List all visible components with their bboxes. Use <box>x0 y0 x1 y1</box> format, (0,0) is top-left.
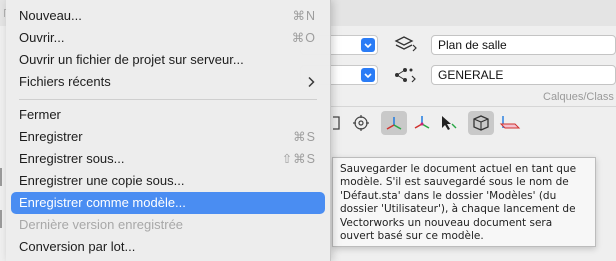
menu-item-enregistrer[interactable]: Enregistrer ⌘S <box>11 126 325 148</box>
menu-item-label: Nouveau... <box>19 8 82 23</box>
cursor-axis-button[interactable] <box>435 111 461 135</box>
classes-icon[interactable] <box>393 64 419 86</box>
menu-separator <box>19 99 317 100</box>
layers-classes-caption: Calques/Class <box>543 91 614 103</box>
gear-view-button[interactable] <box>348 111 374 135</box>
menu-item-label: Dernière version enregistrée <box>19 217 184 232</box>
menu-item-enregistrer-sous[interactable]: Enregistrer sous... ⇧⌘S <box>11 148 325 170</box>
menu-item-conversion-lot[interactable]: Conversion par lot... <box>11 236 325 258</box>
menu-item-nouveau[interactable]: Nouveau... ⌘N <box>11 5 325 27</box>
menu-item-label: Ouvrir... <box>19 30 65 45</box>
menu-item-label: Fichiers récents <box>19 74 111 89</box>
menu-item-fermer[interactable]: Fermer <box>11 104 325 126</box>
shortcut-label: ⌘S <box>293 130 316 144</box>
chevron-down-icon <box>361 68 375 82</box>
menu-item-label: Enregistrer sous... <box>19 151 125 166</box>
axis-view-button[interactable] <box>381 111 407 135</box>
menu-item-label: Enregistrer une copie sous... <box>19 173 185 188</box>
layers-icon[interactable] <box>393 33 419 55</box>
menu-item-fichiers-recents[interactable]: Fichiers récents <box>11 71 325 93</box>
shortcut-label: ⌘O <box>291 31 316 45</box>
menu-item-label: Enregistrer <box>19 129 83 144</box>
cube-view-button[interactable] <box>468 111 494 135</box>
axis-view-2-button[interactable] <box>409 111 435 135</box>
toolbar-divider <box>330 106 616 107</box>
chevron-right-icon <box>307 71 315 94</box>
shortcut-label: ⌘N <box>292 9 316 23</box>
layer-field[interactable]: Plan de salle <box>431 35 616 55</box>
menu-item-enregistrer-modele[interactable]: Enregistrer comme modèle... <box>11 192 325 214</box>
menu-item-enregistrer-copie[interactable]: Enregistrer une copie sous... <box>11 170 325 192</box>
menu-item-derniere-version: Dernière version enregistrée <box>11 214 325 236</box>
menu-item-label: Enregistrer comme modèle... <box>19 195 186 210</box>
menu-item-label: Ouvrir un fichier de projet sur serveur.… <box>19 52 244 67</box>
class-field[interactable]: GENERALE <box>431 65 616 85</box>
plane-view-button[interactable] <box>496 111 522 135</box>
menu-item-label: Fermer <box>19 107 61 122</box>
menu-item-label: Conversion par lot... <box>19 239 136 254</box>
shortcut-label: ⇧⌘S <box>281 152 316 166</box>
file-menu: Nouveau... ⌘N Ouvrir... ⌘O Ouvrir un fic… <box>6 0 331 261</box>
tooltip: Sauvegarder le document actuel en tant q… <box>332 157 596 247</box>
menu-item-ouvrir[interactable]: Ouvrir... ⌘O <box>11 27 325 49</box>
menu-item-ouvrir-serveur[interactable]: Ouvrir un fichier de projet sur serveur.… <box>11 49 325 71</box>
chevron-down-icon <box>361 38 375 52</box>
